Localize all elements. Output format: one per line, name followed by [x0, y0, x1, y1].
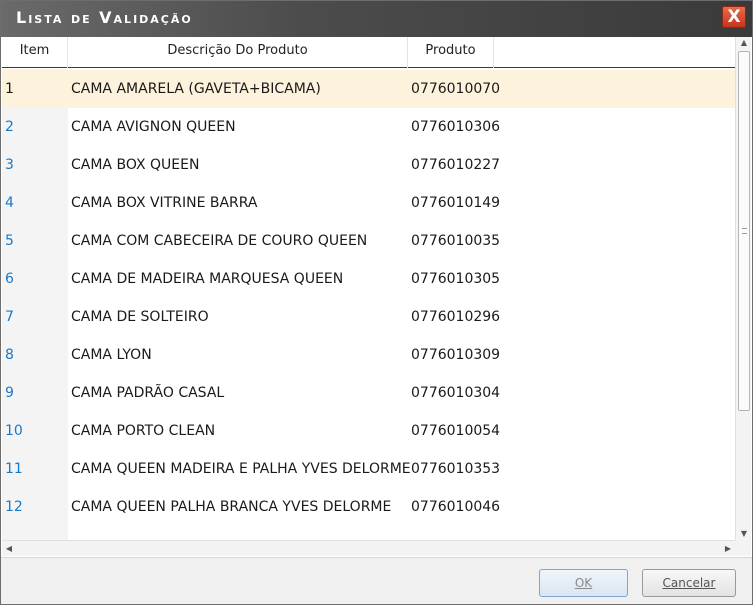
table-row[interactable]: 1 CAMA AMARELA (GAVETA+BICAMA) 0776010070	[2, 70, 735, 108]
row-item-number: 8	[5, 347, 14, 363]
scroll-corner	[735, 540, 751, 556]
table-row[interactable]: 10 CAMA PORTO CLEAN 0776010054	[2, 412, 735, 450]
table-row[interactable]: 2 CAMA AVIGNON QUEEN 0776010306	[2, 108, 735, 146]
row-description: CAMA DE MADEIRA MARQUESA QUEEN	[71, 271, 344, 287]
validation-dialog: Lista de Validação X Item Descrição Do P…	[0, 0, 753, 605]
ok-button[interactable]: OK	[539, 569, 628, 597]
row-product-code: 0776010353	[411, 461, 501, 477]
row-product-code: 0776010054	[411, 423, 501, 439]
row-description: CAMA DE SOLTEIRO	[71, 309, 209, 325]
table-row[interactable]: 12 CAMA QUEEN PALHA BRANCA YVES DELORME 07…	[2, 488, 735, 526]
title-bar[interactable]: Lista de Validação X	[1, 1, 752, 37]
row-item-number: 12	[5, 499, 23, 515]
table-row[interactable]: 8 CAMA LYON 0776010309	[2, 336, 735, 374]
row-item-number: 10	[5, 423, 23, 439]
dialog-footer: OK Cancelar	[1, 557, 752, 604]
products-grid[interactable]: Item Descrição Do Produto Produto 1 CAMA …	[2, 37, 735, 540]
row-product-code: 0776010070	[411, 81, 501, 97]
row-description: CAMA AMARELA (GAVETA+BICAMA)	[71, 81, 321, 97]
table-row[interactable]: 7 CAMA DE SOLTEIRO 0776010296	[2, 298, 735, 336]
grid-header: Item Descrição Do Produto Produto	[2, 37, 735, 68]
vertical-scrollbar[interactable]: ▲ ▼	[735, 37, 751, 540]
row-description: CAMA QUEEN MADEIRA E PALHA YVES DELORME	[71, 461, 411, 477]
row-description: CAMA BOX QUEEN	[71, 157, 200, 173]
column-header-description[interactable]: Descrição Do Produto	[68, 37, 408, 68]
row-item-number: 4	[5, 195, 14, 211]
arrow-left-icon[interactable]: ◀	[2, 541, 16, 557]
vertical-scroll-thumb[interactable]	[738, 51, 750, 411]
row-product-code: 0776010296	[411, 309, 501, 325]
row-product-code: 0776010306	[411, 119, 501, 135]
column-header-product[interactable]: Produto	[408, 37, 494, 68]
grid-rows: 1 CAMA AMARELA (GAVETA+BICAMA) 0776010070 2…	[2, 70, 735, 526]
row-item-number: 1	[5, 81, 14, 97]
table-row[interactable]: 5 CAMA COM CABECEIRA DE COURO QUEEN 077601…	[2, 222, 735, 260]
row-item-number: 7	[5, 309, 14, 325]
table-row[interactable]: 3 CAMA BOX QUEEN 0776010227	[2, 146, 735, 184]
row-description: CAMA COM CABECEIRA DE COURO QUEEN	[71, 233, 368, 249]
column-header-item[interactable]: Item	[2, 37, 68, 68]
arrow-up-icon[interactable]: ▲	[736, 37, 752, 49]
row-product-code: 0776010035	[411, 233, 501, 249]
table-row[interactable]: 4 CAMA BOX VITRINE BARRA 0776010149	[2, 184, 735, 222]
row-item-number: 3	[5, 157, 14, 173]
row-description: CAMA PADRÃO CASAL	[71, 385, 225, 401]
row-product-code: 0776010046	[411, 499, 501, 515]
arrow-down-icon[interactable]: ▼	[736, 528, 752, 540]
row-product-code: 0776010305	[411, 271, 501, 287]
row-product-code: 0776010227	[411, 157, 501, 173]
row-description: CAMA PORTO CLEAN	[71, 423, 216, 439]
cancel-button[interactable]: Cancelar	[642, 569, 736, 597]
close-button[interactable]: X	[722, 6, 746, 28]
grip-icon	[742, 228, 747, 234]
row-description: CAMA QUEEN PALHA BRANCA YVES DELORME	[71, 499, 392, 515]
horizontal-scrollbar[interactable]: ◀ ▶	[2, 540, 735, 556]
table-row[interactable]: 6 CAMA DE MADEIRA MARQUESA QUEEN 077601030…	[2, 260, 735, 298]
row-description: CAMA AVIGNON QUEEN	[71, 119, 236, 135]
row-description: CAMA LYON	[71, 347, 152, 363]
row-item-number: 2	[5, 119, 14, 135]
row-product-code: 0776010304	[411, 385, 501, 401]
row-item-number: 9	[5, 385, 14, 401]
row-item-number: 5	[5, 233, 14, 249]
arrow-right-icon[interactable]: ▶	[721, 541, 735, 557]
row-description: CAMA BOX VITRINE BARRA	[71, 195, 258, 211]
table-row[interactable]: 9 CAMA PADRÃO CASAL 0776010304	[2, 374, 735, 412]
row-product-code: 0776010149	[411, 195, 501, 211]
row-product-code: 0776010309	[411, 347, 501, 363]
row-item-number: 11	[5, 461, 23, 477]
dialog-title: Lista de Validação	[16, 8, 193, 27]
table-row[interactable]: 11 CAMA QUEEN MADEIRA E PALHA YVES DELORM…	[2, 450, 735, 488]
row-item-number: 6	[5, 271, 14, 287]
close-icon: X	[727, 7, 741, 27]
